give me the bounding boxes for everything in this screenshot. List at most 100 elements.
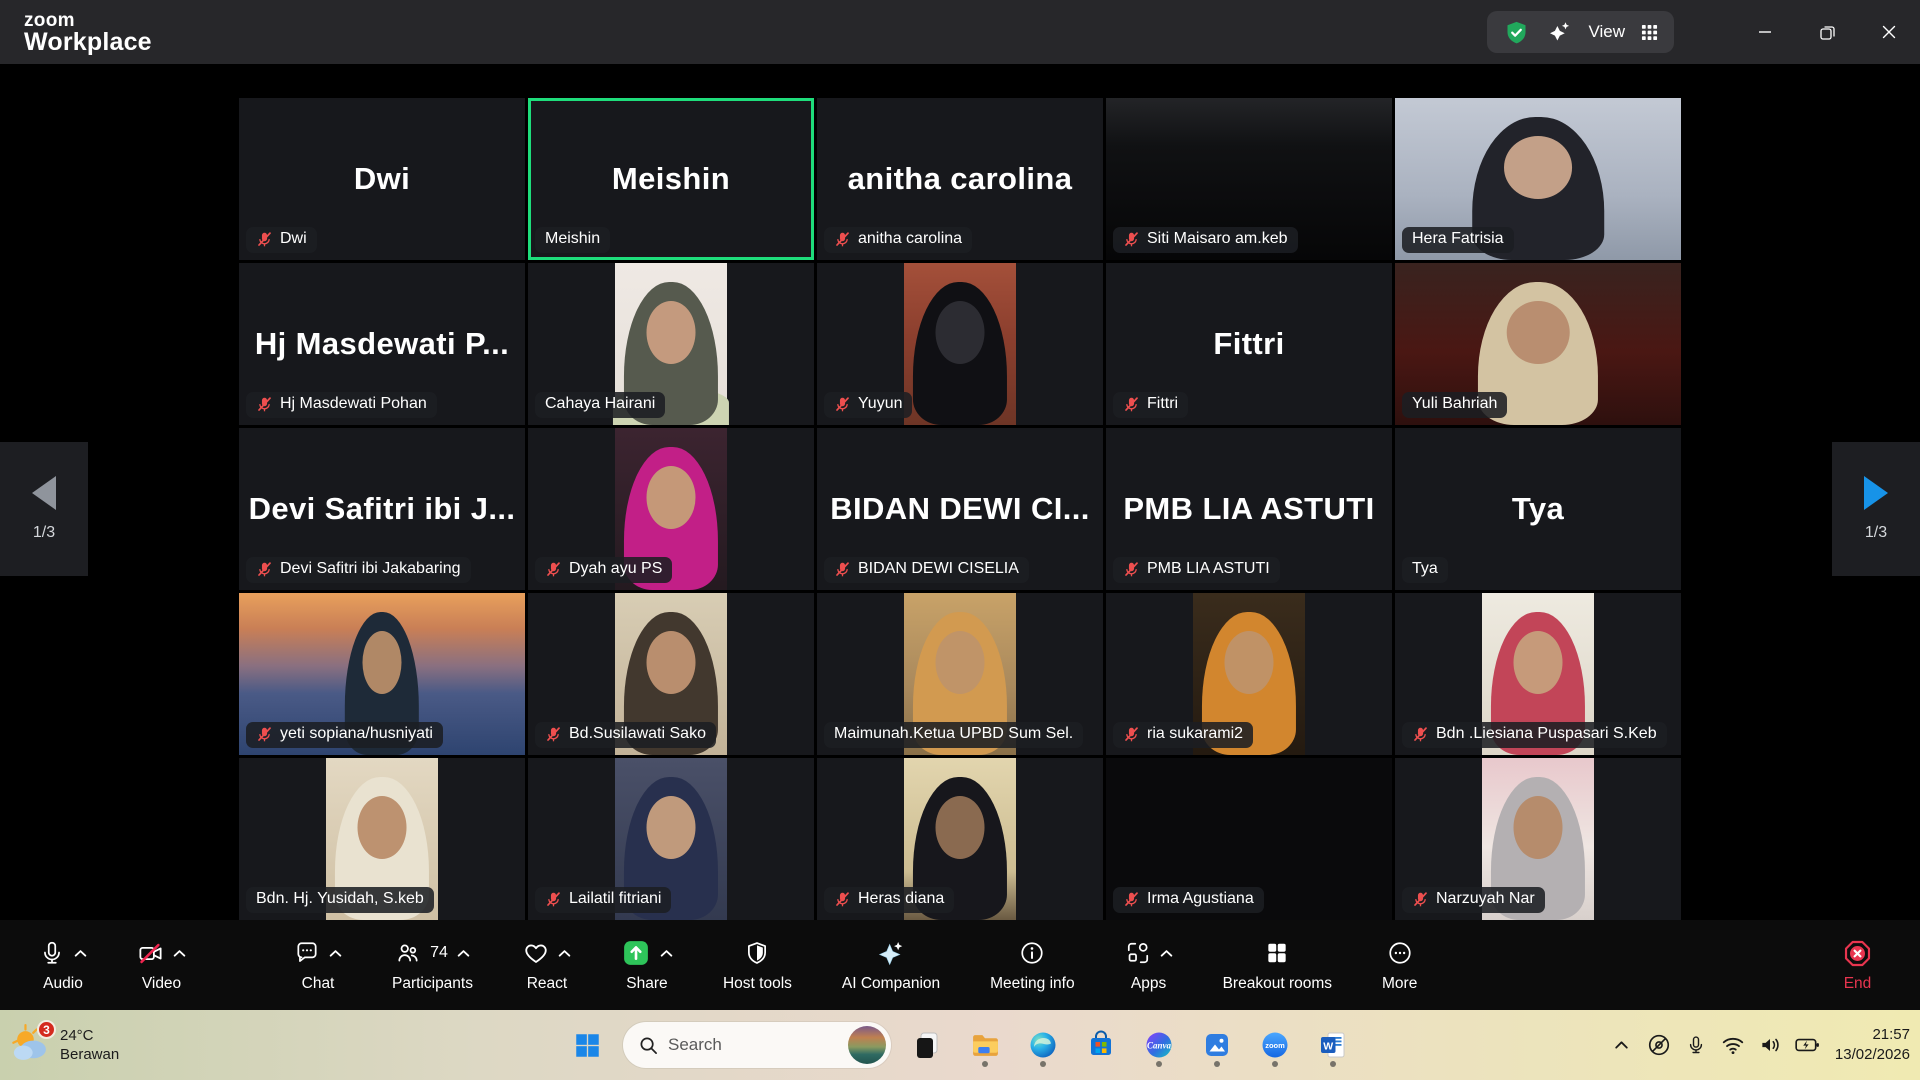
apps-menu-chevron[interactable] — [1160, 949, 1173, 958]
search-icon — [639, 1036, 658, 1055]
participant-tile-dyah-ayu-ps[interactable]: Dyah ayu PS — [528, 428, 814, 590]
photos-icon[interactable] — [1195, 1021, 1239, 1069]
participant-tile-anitha-carolina[interactable]: anitha carolinaanitha carolina — [817, 98, 1103, 260]
ai-sparkle-icon[interactable] — [1546, 19, 1572, 45]
svg-text:Canva: Canva — [1147, 1041, 1172, 1051]
chat-button[interactable]: Chat — [269, 920, 367, 1010]
participant-tile-cahaya-hairani[interactable]: Cahaya Hairani — [528, 263, 814, 425]
video-menu-chevron[interactable] — [173, 949, 186, 958]
participant-tile-hera-fatrisia[interactable]: Hera Fatrisia — [1395, 98, 1681, 260]
audio-menu-chevron[interactable] — [74, 949, 87, 958]
participant-tile-siti-maisaro-am-keb[interactable]: Siti Maisaro am.keb — [1106, 98, 1392, 260]
weather-temp: 24°C — [60, 1026, 119, 1046]
participants-button[interactable]: 74Participants — [367, 920, 498, 1010]
security-shield-check-icon[interactable] — [1503, 19, 1530, 46]
participant-tile-lailatil-fitriani[interactable]: Lailatil fitriani — [528, 758, 814, 920]
minimize-button[interactable] — [1734, 0, 1796, 64]
view-button[interactable]: View — [1588, 22, 1625, 42]
next-page-button[interactable]: 1/3 — [1832, 442, 1920, 576]
share-menu-chevron[interactable] — [660, 949, 673, 958]
tray-mic-icon[interactable] — [1681, 1028, 1711, 1062]
breakout-rooms-button[interactable]: Breakout rooms — [1198, 920, 1357, 1010]
host-tools-button[interactable]: Host tools — [698, 920, 817, 1010]
react-button[interactable]: React — [498, 920, 596, 1010]
participant-nameplate: Bdn. Hj. Yusidah, S.keb — [246, 887, 434, 913]
canva-icon[interactable]: Canva — [1137, 1021, 1181, 1069]
clock-date: 13/02/2026 — [1835, 1045, 1910, 1065]
edge-icon[interactable] — [1021, 1021, 1065, 1069]
participant-tile-bidan-dewi-ciselia[interactable]: BIDAN DEWI CI...BIDAN DEWI CISELIA — [817, 428, 1103, 590]
volume-icon[interactable] — [1755, 1028, 1785, 1062]
participant-nameplate: Maimunah.Ketua UPBD Sum Sel. — [824, 722, 1083, 748]
stacked-windows-icon[interactable] — [905, 1021, 949, 1069]
participant-nameplate: Dwi — [246, 227, 317, 253]
audio-button[interactable]: Audio — [14, 920, 112, 1010]
participant-tile-bdn-hj-yusidah-s-keb[interactable]: Bdn. Hj. Yusidah, S.keb — [239, 758, 525, 920]
participant-tile-meishin[interactable]: MeishinMeishin — [528, 98, 814, 260]
participant-tile-ria-sukarami2[interactable]: ria sukarami2 — [1106, 593, 1392, 755]
apps-button[interactable]: Apps — [1100, 920, 1198, 1010]
muted-mic-icon — [545, 726, 562, 743]
participant-tile-dwi[interactable]: DwiDwi — [239, 98, 525, 260]
video-icon — [137, 940, 164, 967]
participant-tile-irma-agustiana[interactable]: Irma Agustiana — [1106, 758, 1392, 920]
react-menu-chevron[interactable] — [558, 949, 571, 958]
participant-tile-yuyun[interactable]: Yuyun — [817, 263, 1103, 425]
participant-tile-bdn-liesiana-puspasari-s-keb[interactable]: Bdn .Liesiana Puspasari S.Keb — [1395, 593, 1681, 755]
taskbar-weather-widget[interactable]: 3 24°C Berawan — [10, 1024, 119, 1066]
participant-nameplate: ria sukarami2 — [1113, 722, 1253, 748]
participant-tile-devi-safitri-ibi-jakabaring[interactable]: Devi Safitri ibi J...Devi Safitri ibi Ja… — [239, 428, 525, 590]
participant-tile-fittri[interactable]: FittriFittri — [1106, 263, 1392, 425]
camera-blocked-icon[interactable] — [1644, 1028, 1674, 1062]
zoom-workplace-logo: zoom Workplace — [24, 9, 152, 56]
muted-mic-icon — [834, 561, 851, 578]
participant-nameplate: Narzuyah Nar — [1402, 887, 1545, 913]
battery-charging-icon[interactable] — [1792, 1028, 1822, 1062]
participant-tile-tya[interactable]: TyaTya — [1395, 428, 1681, 590]
word-icon[interactable]: W — [1311, 1021, 1355, 1069]
store-icon[interactable] — [1079, 1021, 1123, 1069]
participant-tile-yeti-sopiana-husniyati[interactable]: yeti sopiana/husniyati — [239, 593, 525, 755]
participants-label: Participants — [392, 975, 473, 993]
meeting-info-button[interactable]: Meeting info — [965, 920, 1099, 1010]
meeting-info-icon — [1019, 940, 1045, 966]
participant-tile-hj-masdewati-pohan[interactable]: Hj Masdewati P...Hj Masdewati Pohan — [239, 263, 525, 425]
start-button[interactable] — [565, 1021, 609, 1069]
ai-companion-button[interactable]: AI Companion — [817, 920, 965, 1010]
video-button[interactable]: Video — [112, 920, 211, 1010]
running-indicator-dot — [982, 1061, 988, 1067]
search-highlight-image[interactable] — [848, 1026, 886, 1064]
participant-tile-maimunah-ketua-upbd-sum-sel[interactable]: Maimunah.Ketua UPBD Sum Sel. — [817, 593, 1103, 755]
zoom-app-icon[interactable]: zoom — [1253, 1021, 1297, 1069]
restore-button[interactable] — [1796, 0, 1858, 64]
participant-tile-yuli-bahriah[interactable]: Yuli Bahriah — [1395, 263, 1681, 425]
participant-name: Bdn .Liesiana Puspasari S.Keb — [1436, 725, 1657, 743]
chat-menu-chevron[interactable] — [329, 949, 342, 958]
wifi-icon[interactable] — [1718, 1028, 1748, 1062]
share-button[interactable]: Share — [596, 920, 698, 1010]
search-input[interactable] — [668, 1035, 818, 1055]
participant-tile-pmb-lia-astuti[interactable]: PMB LIA ASTUTIPMB LIA ASTUTI — [1106, 428, 1392, 590]
participant-silhouette — [913, 282, 1007, 425]
file-explorer-icon[interactable] — [963, 1021, 1007, 1069]
taskbar-clock[interactable]: 21:57 13/02/2026 — [1835, 1025, 1910, 1066]
end-icon — [1843, 939, 1872, 968]
participant-nameplate: anitha carolina — [824, 227, 972, 253]
weather-desc: Berawan — [60, 1045, 119, 1065]
host-tools-label: Host tools — [723, 975, 792, 993]
more-icon — [1387, 940, 1413, 966]
more-button[interactable]: More — [1357, 920, 1442, 1010]
previous-page-button[interactable]: 1/3 — [0, 442, 88, 576]
taskbar-search[interactable] — [623, 1022, 891, 1068]
grid-view-icon[interactable] — [1641, 24, 1658, 41]
close-button[interactable] — [1858, 0, 1920, 64]
meeting-stage: DwiDwiMeishinMeishinanitha carolinaanith… — [0, 64, 1920, 920]
tray-chevron-up-icon[interactable] — [1607, 1028, 1637, 1062]
participant-tile-heras-diana[interactable]: Heras diana — [817, 758, 1103, 920]
end-button[interactable]: End — [1818, 920, 1906, 1010]
participants-menu-chevron[interactable] — [457, 949, 470, 958]
participant-name: Meishin — [545, 230, 600, 248]
participant-tile-bd-susilawati-sako[interactable]: Bd.Susilawati Sako — [528, 593, 814, 755]
participant-nameplate: Cahaya Hairani — [535, 392, 665, 418]
participant-tile-narzuyah-nar[interactable]: Narzuyah Nar — [1395, 758, 1681, 920]
